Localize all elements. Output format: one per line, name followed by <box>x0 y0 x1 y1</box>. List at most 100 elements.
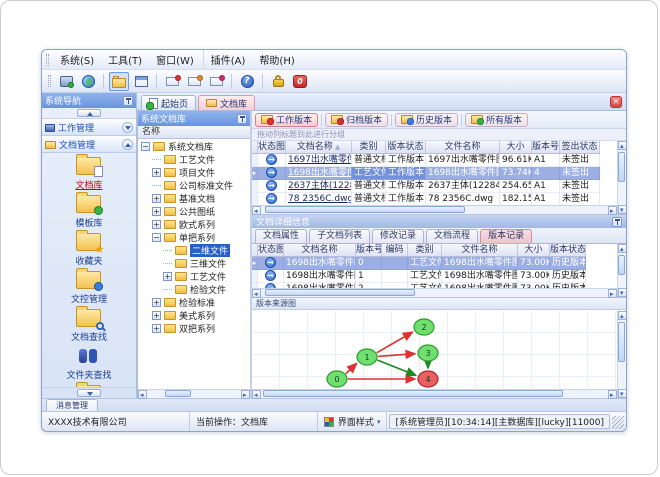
chevron-up-icon[interactable] <box>122 139 133 150</box>
toolbar-drag-handle[interactable] <box>48 75 51 87</box>
sidebar-item[interactable]: 文件夹查找 <box>66 347 112 381</box>
tree-node[interactable]: 三维文件 <box>138 257 250 270</box>
column-header[interactable]: 版本状态 <box>550 244 586 257</box>
scroll-track[interactable] <box>618 253 626 288</box>
tree-node[interactable]: + 基准文档 <box>138 192 250 205</box>
scroll-left-button[interactable] <box>252 289 261 298</box>
table-row[interactable]: 1698出水嘴零件图.dwg1工艺文件1698出水嘴零件图.dwg73.00KB… <box>252 270 617 283</box>
help-icon[interactable] <box>237 72 257 91</box>
mail-alert-icon[interactable] <box>206 72 226 91</box>
column-header[interactable]: 文档名称 ▲ <box>286 141 352 154</box>
column-header[interactable]: 状态图 <box>258 141 286 154</box>
column-header[interactable]: 文档名称 <box>284 244 356 257</box>
scroll-up-button[interactable] <box>618 141 626 150</box>
version-node[interactable]: 2 <box>413 318 435 336</box>
tree-node[interactable]: + 公共图纸 <box>138 205 250 218</box>
tree-node[interactable]: + 欧式系列 <box>138 218 250 231</box>
tree-expand-plus[interactable]: + <box>152 207 161 216</box>
mail-forward-icon[interactable] <box>184 72 204 91</box>
chevron-down-icon[interactable] <box>122 122 133 133</box>
document-tab[interactable]: 起始页 <box>141 95 197 110</box>
scroll-right-button[interactable] <box>608 206 617 215</box>
column-header[interactable]: 文件名称 <box>442 244 518 257</box>
grid-icon[interactable] <box>131 72 151 91</box>
detail-tab[interactable]: 文档属性 <box>255 229 308 243</box>
column-header[interactable]: 文件名称 <box>426 141 500 154</box>
version-filter-button[interactable]: 归档版本 <box>325 112 389 127</box>
table-row[interactable]: 2637主体(12284).dwg普通文档工作版本2637主体(12284).d… <box>252 180 617 193</box>
scroll-thumb[interactable] <box>265 289 415 296</box>
menu-drag-handle[interactable] <box>46 53 49 66</box>
sidebar-item[interactable]: 收藏夹 <box>75 230 103 267</box>
scroll-thumb[interactable] <box>263 390 563 397</box>
scroll-left-button[interactable] <box>252 390 261 399</box>
lock-icon[interactable] <box>268 72 288 91</box>
scroll-up-button[interactable] <box>618 244 626 253</box>
tree-expand-plus[interactable]: + <box>152 298 161 307</box>
sidebar-group-work[interactable]: 工作管理 <box>42 119 136 136</box>
tree-node[interactable]: + 项目文件 <box>138 166 250 179</box>
table-row[interactable]: ▸1698出水嘴零件图.dwg0工艺文件1698出水嘴零件图.dwg73.00K… <box>252 257 617 270</box>
sidebar-item[interactable]: 文控管理 <box>71 268 107 305</box>
scroll-right-button[interactable] <box>241 390 250 399</box>
table-row[interactable]: 78 2356C.dwg普通文档工作版本78 2356C.dwg182.15KB… <box>252 193 617 205</box>
horizontal-scrollbar[interactable] <box>138 389 250 399</box>
menu-item[interactable]: 工具(T) <box>101 50 149 69</box>
column-header[interactable]: 版本状态 <box>386 141 426 154</box>
pin-icon[interactable] <box>612 216 622 227</box>
menu-item[interactable]: 窗口(W) <box>149 50 201 69</box>
tree-expand-plus[interactable]: + <box>152 220 161 229</box>
tree-expand-plus[interactable]: + <box>152 324 161 333</box>
vertical-scrollbar[interactable] <box>617 311 626 398</box>
scroll-thumb[interactable] <box>618 255 625 275</box>
version-filter-button[interactable]: 历史版本 <box>395 112 459 127</box>
horizontal-scrollbar[interactable] <box>252 389 617 399</box>
tree-node[interactable]: 二维文件 <box>138 244 250 257</box>
column-header[interactable]: 签出状态 <box>560 141 600 154</box>
tree-node[interactable]: + 工艺文件 <box>138 270 250 283</box>
tree-node[interactable]: 工艺文件 <box>138 153 250 166</box>
version-node[interactable]: 1 <box>356 348 378 366</box>
detail-tab[interactable]: 修改记录 <box>372 229 425 243</box>
column-header[interactable]: 状态图 <box>258 244 284 257</box>
scroll-track[interactable] <box>261 289 608 297</box>
scroll-down-button[interactable] <box>618 288 626 297</box>
scroll-thumb[interactable] <box>265 206 465 213</box>
open-folder-icon[interactable] <box>109 71 129 91</box>
column-header[interactable]: 类别 <box>408 244 442 257</box>
tree-node[interactable]: − 单把系列 <box>138 231 250 244</box>
collapse-down-button[interactable] <box>77 389 101 397</box>
interface-style-button[interactable]: 界面样式 <box>318 412 388 431</box>
tree-node[interactable]: 检验文件 <box>138 283 250 296</box>
tree-expand-plus[interactable]: + <box>163 272 172 281</box>
close-icon[interactable] <box>610 96 622 108</box>
menu-item[interactable]: 系统(S) <box>53 50 101 69</box>
tree-expand-plus[interactable]: + <box>152 168 161 177</box>
version-node[interactable]: 4 <box>417 370 439 388</box>
detail-tab[interactable]: 文档流程 <box>426 229 479 243</box>
sidebar-item[interactable]: 文档库 <box>75 154 104 191</box>
column-header[interactable]: 版本号 <box>356 244 382 257</box>
vertical-scrollbar[interactable] <box>617 141 626 214</box>
resize-grip[interactable] <box>612 416 624 429</box>
mail-new-icon[interactable] <box>162 72 182 91</box>
scroll-right-button[interactable] <box>608 289 617 298</box>
sidebar-item[interactable]: 模板库 <box>75 192 104 229</box>
scroll-track[interactable] <box>261 390 608 398</box>
table-row[interactable]: ▸1698出水嘴零件图.dwg工艺文件工作版本1698出水嘴零件图.dwg73.… <box>252 167 617 180</box>
collapse-up-button[interactable] <box>77 109 101 117</box>
sidebar-item[interactable]: 文档查找 <box>71 306 107 343</box>
column-header[interactable]: 版本号 <box>532 141 560 154</box>
scroll-track[interactable] <box>618 320 626 389</box>
tree-node[interactable]: + 检验标准 <box>138 296 250 309</box>
horizontal-scrollbar[interactable] <box>252 205 617 215</box>
vertical-scrollbar[interactable] <box>617 244 626 297</box>
version-node[interactable]: 0 <box>326 370 348 388</box>
tree-expand-plus[interactable]: + <box>152 311 161 320</box>
pin-icon[interactable] <box>123 95 133 106</box>
version-node[interactable]: 3 <box>417 344 439 362</box>
tree-expand-plus[interactable]: + <box>152 194 161 203</box>
tree-node[interactable]: − 系统文档库 <box>138 140 250 153</box>
tab-message-management[interactable]: 消息管理 <box>46 399 98 411</box>
scroll-down-button[interactable] <box>618 389 626 398</box>
